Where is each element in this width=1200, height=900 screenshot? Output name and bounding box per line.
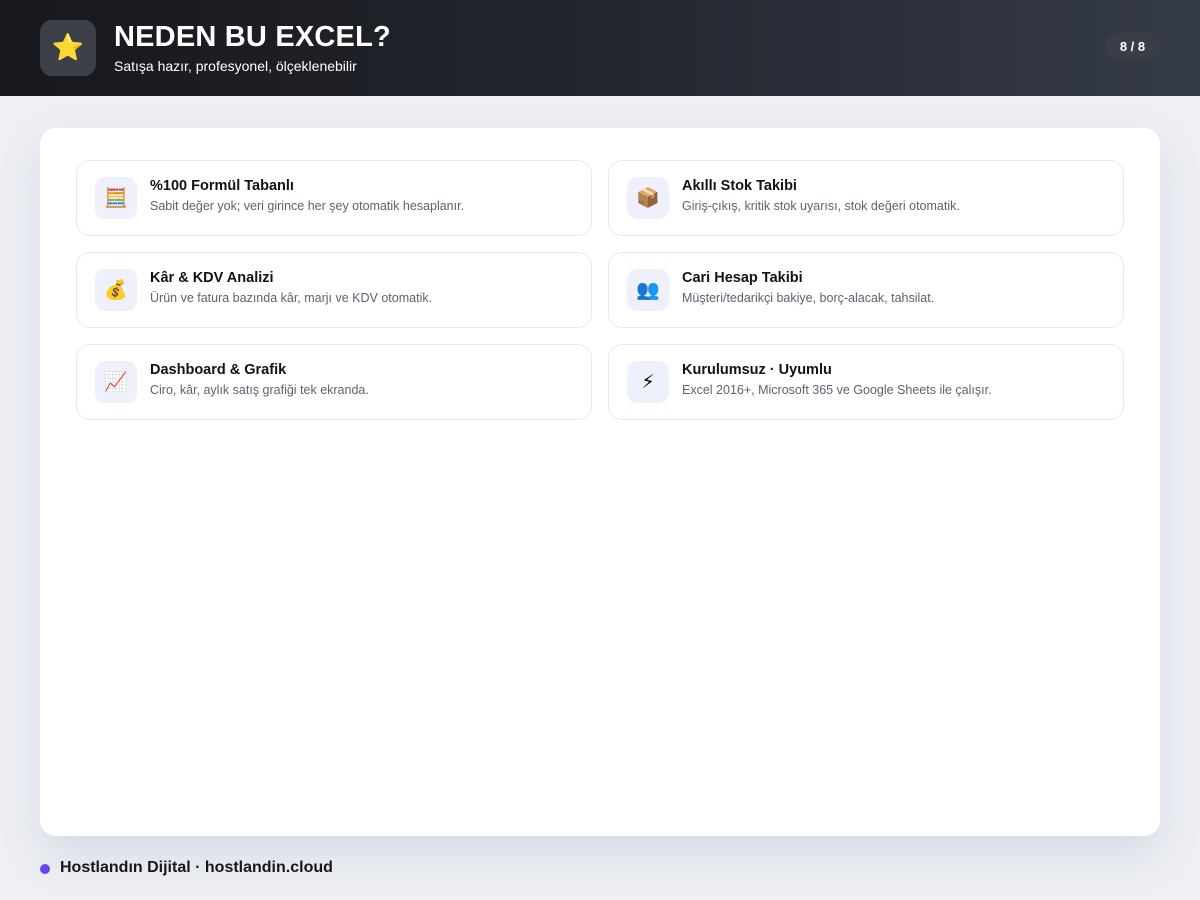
feature-title: Cari Hesap Takibi	[682, 270, 803, 286]
feature-card-formula: 🧮 %100 Formül Tabanlı Sabit değer yok; v…	[76, 160, 592, 236]
feature-description: Giriş-çıkış, kritik stok uyarısı, stok d…	[682, 199, 960, 213]
footer-brand: Hostlandın Dijital · hostlandin.cloud	[60, 859, 333, 876]
page-indicator-badge: 8 / 8	[1105, 33, 1160, 60]
feature-title: Dashboard & Grafik	[150, 362, 287, 378]
package-icon: 📦	[627, 177, 669, 219]
feature-description: Ürün ve fatura bazında kâr, marjı ve KDV…	[150, 291, 433, 305]
people-icon: 👥	[627, 269, 669, 311]
money-bag-icon: 💰	[95, 269, 137, 311]
chart-increasing-icon: 📈	[95, 361, 137, 403]
feature-card-dashboard: 📈 Dashboard & Grafik Ciro, kâr, aylık sa…	[76, 344, 592, 420]
header-bar: ⭐ NEDEN BU EXCEL? Satışa hazır, profesyo…	[0, 0, 1200, 96]
feature-title: Kurulumsuz · Uyumlu	[682, 362, 832, 378]
page-subtitle: Satışa hazır, profesyonel, ölçeklenebili…	[114, 58, 357, 74]
brand-dot-icon	[40, 864, 50, 874]
features-panel: 🧮 %100 Formül Tabanlı Sabit değer yok; v…	[40, 128, 1160, 836]
feature-description: Sabit değer yok; veri girince her şey ot…	[150, 199, 465, 213]
abacus-icon: 🧮	[95, 177, 137, 219]
feature-description: Ciro, kâr, aylık satış grafiği tek ekran…	[150, 383, 369, 397]
feature-card-profit-vat: 💰 Kâr & KDV Analizi Ürün ve fatura bazın…	[76, 252, 592, 328]
page-title: NEDEN BU EXCEL?	[114, 21, 391, 53]
feature-card-compatibility: ⚡ Kurulumsuz · Uyumlu Excel 2016+, Micro…	[608, 344, 1124, 420]
feature-description: Excel 2016+, Microsoft 365 ve Google She…	[682, 383, 992, 397]
feature-description: Müşteri/tedarikçi bakiye, borç-alacak, t…	[682, 291, 935, 305]
feature-title: Akıllı Stok Takibi	[682, 178, 797, 194]
lightning-icon: ⚡	[627, 361, 669, 403]
feature-title: %100 Formül Tabanlı	[150, 178, 294, 194]
feature-title: Kâr & KDV Analizi	[150, 270, 274, 286]
star-icon: ⭐	[40, 20, 96, 76]
feature-card-accounts: 👥 Cari Hesap Takibi Müşteri/tedarikçi ba…	[608, 252, 1124, 328]
feature-card-stock: 📦 Akıllı Stok Takibi Giriş-çıkış, kritik…	[608, 160, 1124, 236]
